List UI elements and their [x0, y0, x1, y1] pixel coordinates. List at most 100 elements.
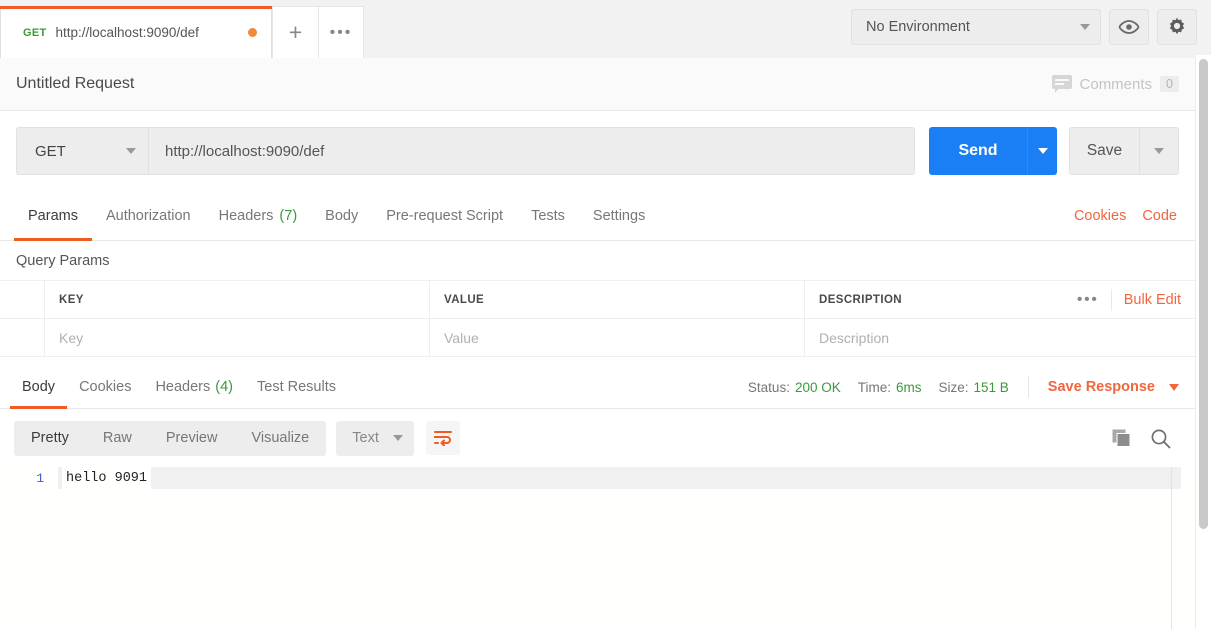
- response-tab-body[interactable]: Body: [10, 366, 68, 409]
- plus-icon: +: [288, 19, 303, 45]
- tab-settings[interactable]: Settings: [579, 191, 659, 240]
- status-value: 200 OK: [794, 379, 841, 395]
- save-options-button[interactable]: [1139, 127, 1179, 175]
- bulk-edit-button[interactable]: Bulk Edit: [1124, 292, 1181, 308]
- tab-params-label: Params: [28, 207, 78, 224]
- request-tab-active[interactable]: GET http://localhost:9090/def: [0, 6, 272, 58]
- scrollbar-thumb[interactable]: [1199, 59, 1208, 529]
- column-header-description: DESCRIPTION ••• Bulk Edit: [805, 281, 1195, 318]
- unsaved-changes-dot-icon: [248, 28, 257, 37]
- save-button-label: Save: [1086, 142, 1123, 159]
- send-button-group: Send: [929, 127, 1057, 175]
- size-value: 151 B: [973, 379, 1009, 395]
- environment-selector[interactable]: No Environment: [851, 9, 1101, 45]
- search-button[interactable]: [1150, 428, 1171, 449]
- size-label: Size:: [938, 379, 969, 395]
- row-checkbox-cell[interactable]: [0, 319, 45, 356]
- time-badge: Time: 6ms: [858, 380, 922, 395]
- chevron-down-icon: [1080, 24, 1090, 30]
- page-title[interactable]: Untitled Request: [16, 75, 134, 93]
- eye-icon: [1118, 20, 1140, 34]
- view-mode-preview[interactable]: Preview: [149, 421, 235, 456]
- column-header-value: VALUE: [430, 281, 805, 318]
- send-button[interactable]: Send: [929, 127, 1027, 175]
- save-button-group: Save: [1069, 127, 1179, 175]
- param-key-input[interactable]: Key: [45, 319, 430, 356]
- response-tab-headers[interactable]: Headers (4): [143, 366, 245, 408]
- code-line-content: hello 9091: [58, 467, 1181, 489]
- environment-quick-look-button[interactable]: [1109, 9, 1149, 45]
- view-mode-pretty[interactable]: Pretty: [14, 421, 86, 456]
- divider: [1027, 376, 1029, 398]
- line-number: 1: [36, 470, 44, 486]
- vertical-scrollbar[interactable]: [1195, 55, 1211, 629]
- request-config-tabs: Params Authorization Headers (7) Body Pr…: [0, 191, 1195, 241]
- param-description-input[interactable]: Description: [805, 319, 1195, 356]
- response-body-toolbar: Pretty Raw Preview Visualize Text: [0, 409, 1195, 467]
- save-response-button[interactable]: Save Response: [1048, 379, 1155, 395]
- tab-pre-request-script-label: Pre-request Script: [386, 207, 504, 224]
- gear-icon: [1169, 17, 1185, 35]
- settings-button[interactable]: [1157, 9, 1197, 45]
- chevron-down-icon: [126, 148, 136, 154]
- time-value: 6ms: [895, 379, 922, 395]
- send-button-label: Send: [958, 142, 998, 159]
- comment-icon: [1051, 75, 1072, 93]
- tab-authorization[interactable]: Authorization: [92, 191, 205, 240]
- environment-selected-label: No Environment: [866, 19, 970, 35]
- request-title-row: Untitled Request Comments 0: [0, 58, 1195, 111]
- response-tab-test-results[interactable]: Test Results: [245, 366, 348, 408]
- tab-body[interactable]: Body: [311, 191, 372, 240]
- ellipsis-icon: •••: [329, 23, 353, 41]
- response-body-editor[interactable]: 1 hello 9091: [0, 467, 1195, 629]
- ellipsis-icon[interactable]: •••: [1077, 292, 1099, 307]
- query-params-table: KEY VALUE DESCRIPTION ••• Bulk Edit Key …: [0, 281, 1195, 357]
- tab-tests[interactable]: Tests: [517, 191, 579, 240]
- cookies-link[interactable]: Cookies: [1074, 208, 1126, 224]
- code-line-text: hello 9091: [62, 467, 152, 489]
- response-body-actions: [1112, 428, 1181, 449]
- request-tabs-actions: Cookies Code: [1074, 191, 1181, 240]
- response-meta: Status: 200 OK Time: 6ms Size: 151 B Sav…: [748, 366, 1185, 408]
- tab-headers-label: Headers: [218, 207, 274, 224]
- tab-pre-request-script[interactable]: Pre-request Script: [372, 191, 517, 240]
- column-header-key: KEY: [45, 281, 430, 318]
- code-link[interactable]: Code: [1142, 208, 1177, 224]
- status-badge: Status: 200 OK: [748, 380, 841, 395]
- table-row[interactable]: Key Value Description: [0, 319, 1195, 357]
- tab-strip-right: No Environment: [851, 9, 1211, 58]
- postman-window: GET http://localhost:9090/def + ••• No E…: [0, 0, 1211, 629]
- copy-button[interactable]: [1112, 429, 1132, 448]
- response-format-label: Text: [352, 430, 379, 446]
- url-input[interactable]: http://localhost:9090/def: [148, 127, 915, 175]
- tab-body-label: Body: [325, 207, 359, 224]
- response-format-select[interactable]: Text: [336, 420, 414, 456]
- status-label: Status:: [747, 379, 790, 395]
- tab-authorization-label: Authorization: [105, 207, 191, 224]
- http-method-select[interactable]: GET: [16, 127, 148, 175]
- word-wrap-button[interactable]: [425, 421, 460, 455]
- tab-headers-count: (7): [279, 207, 298, 224]
- response-tab-cookies[interactable]: Cookies: [67, 366, 143, 408]
- comments-label: Comments: [1079, 75, 1153, 93]
- comments-count-badge: 0: [1160, 76, 1179, 92]
- tab-headers[interactable]: Headers (7): [205, 191, 312, 240]
- tab-tests-label: Tests: [531, 207, 565, 224]
- chevron-down-icon: [1154, 148, 1164, 154]
- response-tab-test-results-label: Test Results: [257, 379, 336, 395]
- save-button[interactable]: Save: [1069, 127, 1139, 175]
- chevron-down-icon[interactable]: [1169, 383, 1179, 391]
- send-options-button[interactable]: [1027, 127, 1057, 175]
- param-value-input[interactable]: Value: [430, 319, 805, 356]
- response-tab-body-label: Body: [22, 379, 56, 395]
- tab-options-button[interactable]: •••: [318, 6, 364, 58]
- view-mode-visualize[interactable]: Visualize: [234, 421, 326, 456]
- new-tab-button[interactable]: +: [272, 6, 318, 58]
- description-column-actions: ••• Bulk Edit: [1077, 288, 1181, 311]
- view-mode-raw[interactable]: Raw: [86, 421, 149, 456]
- comments-button[interactable]: Comments 0: [1051, 75, 1179, 93]
- tab-params[interactable]: Params: [14, 191, 92, 241]
- response-tab-headers-count: (4): [215, 379, 233, 395]
- tab-strip-left: GET http://localhost:9090/def + •••: [0, 0, 364, 58]
- copy-icon: [1112, 429, 1131, 447]
